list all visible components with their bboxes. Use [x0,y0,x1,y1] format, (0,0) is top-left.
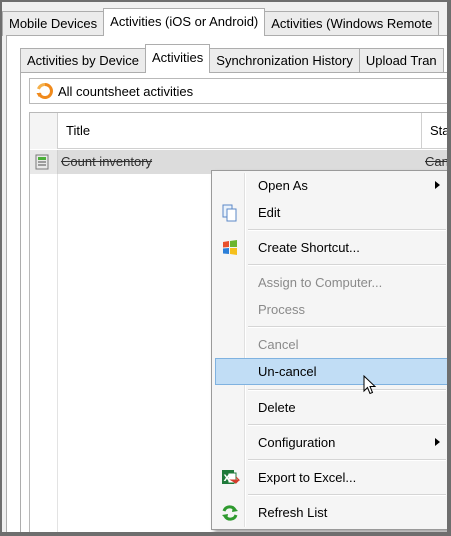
tab-activities[interactable]: Activities [144,44,211,73]
outer-tab-bar: Mobile Devices Activities (iOS or Androi… [2,8,447,36]
menu-item-label: Configuration [258,435,336,450]
tab-activities-ios-android[interactable]: Activities (iOS or Android) [103,8,266,36]
menu-item-label: Export to Excel... [258,470,357,485]
menu-item-process[interactable]: Process [214,296,447,323]
submenu-arrow-icon [435,438,440,446]
context-menu: Open As Edit Create Shortcut... Assign t… [211,170,447,530]
menu-separator [248,459,446,461]
edit-pages-icon [222,204,237,222]
menu-separator [248,494,446,496]
tab-upload-transactions[interactable]: Upload Tran [358,48,444,73]
row-title-cell: Count inventory [61,154,153,169]
row-selector-header[interactable] [30,113,58,149]
menu-item-export-to-excel[interactable]: X Export to Excel... [214,464,447,491]
column-header-status[interactable]: Stat [423,113,447,149]
menu-separator [248,389,446,391]
menu-item-label: Open As [258,178,308,193]
refresh-orange-icon [36,83,53,99]
menu-item-label: Assign to Computer... [258,275,383,290]
tab-activities-by-device[interactable]: Activities by Device [20,48,146,73]
menu-item-create-shortcut[interactable]: Create Shortcut... [214,234,447,261]
menu-item-assign-to-computer[interactable]: Assign to Computer... [214,269,447,296]
tab-activities-windows-remote[interactable]: Activities (Windows Remote [264,11,440,36]
refresh-green-icon [222,505,238,521]
menu-item-label: Un-cancel [258,364,317,379]
menu-item-refresh-list[interactable]: Refresh List [214,499,447,526]
tab-synchronization-history[interactable]: Synchronization History [209,48,360,73]
grid-header: Title Stat [30,113,447,149]
inner-tab-bar: Activities by Device Activities Synchron… [20,43,447,73]
menu-item-un-cancel[interactable]: Un-cancel [215,358,447,385]
activity-filter-dropdown[interactable]: All countsheet activities [29,78,447,104]
menu-separator [248,326,446,328]
excel-icon: X [222,470,240,484]
app-window: Mobile Devices Activities (iOS or Androi… [0,0,451,536]
svg-text:X: X [224,474,231,484]
filter-label: All countsheet activities [58,83,194,99]
row-selector-column [30,174,58,532]
menu-item-configuration[interactable]: Configuration [214,429,447,456]
mouse-pointer-icon [363,375,377,395]
menu-separator [248,424,446,426]
menu-item-label: Cancel [258,337,299,352]
menu-item-cancel[interactable]: Cancel [214,331,447,358]
menu-item-label: Edit [258,205,281,220]
menu-item-label: Process [258,302,305,317]
menu-item-open-as[interactable]: Open As [214,172,447,199]
windows-flag-icon [223,240,237,255]
row-selector[interactable] [30,150,58,174]
menu-item-edit[interactable]: Edit [214,199,447,226]
menu-item-label: Delete [258,400,296,415]
menu-item-delete[interactable]: Delete [214,394,447,421]
menu-item-label: Create Shortcut... [258,240,360,255]
column-header-title[interactable]: Title [58,113,422,149]
menu-separator [248,229,446,231]
tab-mobile-devices[interactable]: Mobile Devices [2,11,105,36]
activity-icon [35,154,49,170]
menu-separator [248,264,446,266]
submenu-arrow-icon [435,181,440,189]
menu-item-label: Refresh List [258,505,328,520]
